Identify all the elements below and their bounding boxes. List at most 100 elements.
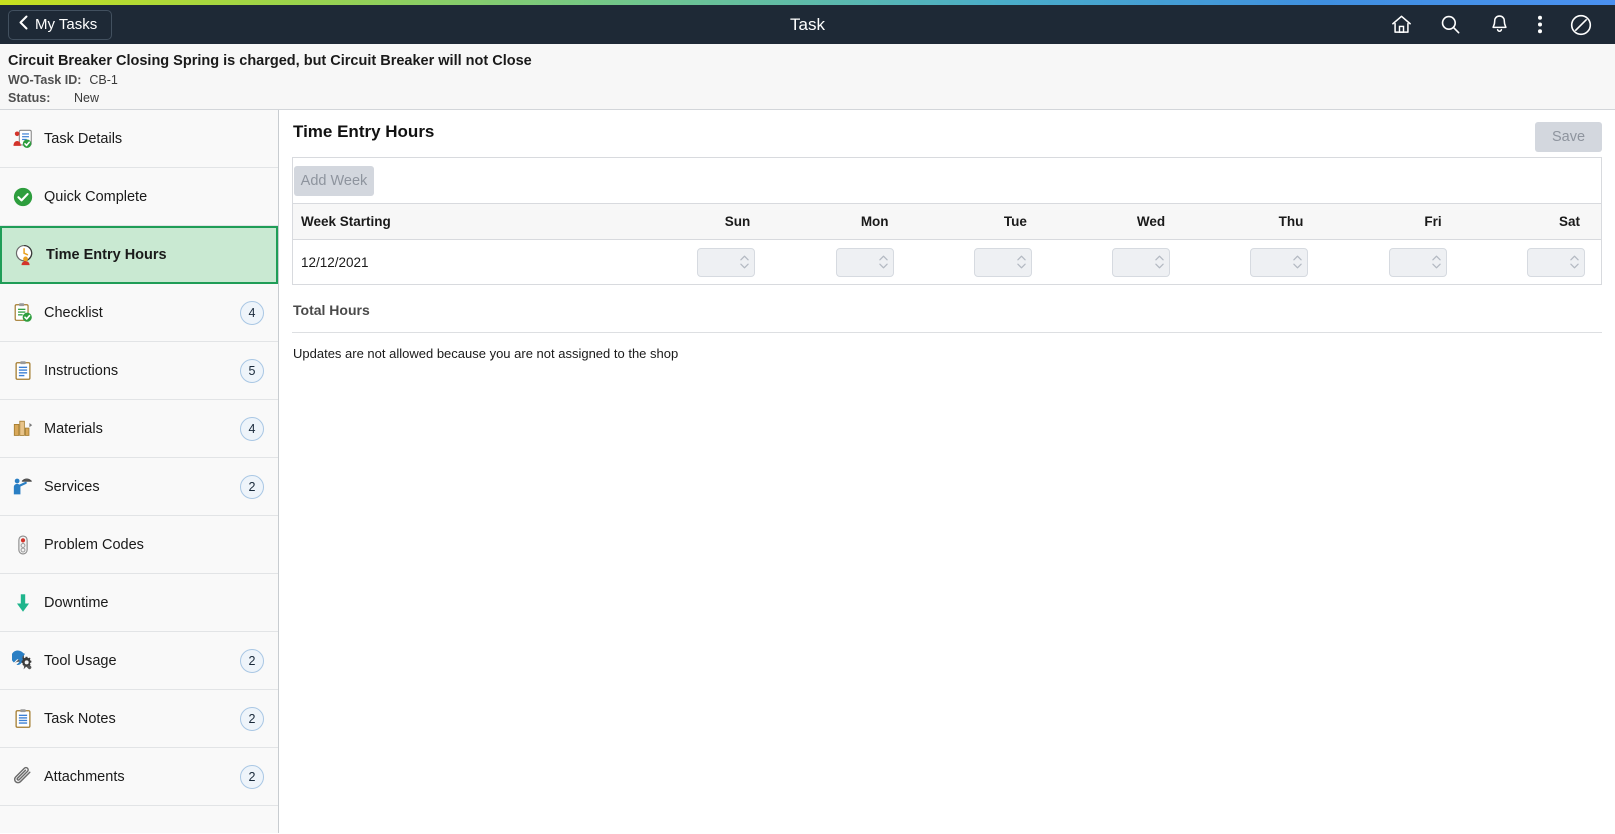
sidebar-item-label: Downtime <box>44 594 109 611</box>
sidebar-item-label: Services <box>44 478 100 495</box>
sidebar-item-downtime[interactable]: Downtime <box>0 574 278 632</box>
notifications-bell-icon[interactable] <box>1488 13 1511 36</box>
hours-cell-thu <box>1186 239 1325 285</box>
table-header-row: Week Starting Sun Mon Tue Wed Thu Fri Sat <box>293 203 1601 240</box>
hours-stepper-sun[interactable] <box>697 247 756 277</box>
hours-input-sat[interactable] <box>1528 248 1568 276</box>
hours-stepper-thu[interactable] <box>1250 247 1309 277</box>
sidebar-item-badge: 5 <box>240 358 264 383</box>
hours-cell-sun <box>633 239 772 285</box>
stepper-arrows-icon[interactable] <box>1015 255 1031 269</box>
sidebar-item-badge: 2 <box>240 764 264 789</box>
wo-task-id-label: WO-Task ID: <box>8 73 82 87</box>
save-button[interactable]: Save <box>1535 122 1602 152</box>
sidebar-item-task-notes[interactable]: Task Notes 2 <box>0 690 278 748</box>
status-value: New <box>74 91 100 105</box>
stepper-arrows-icon[interactable] <box>1430 255 1446 269</box>
column-header-tue: Tue <box>909 203 1048 240</box>
task-details-icon <box>10 126 36 152</box>
hours-cell-mon <box>771 239 910 285</box>
sidebar-item-quick-complete[interactable]: Quick Complete <box>0 168 278 226</box>
hours-input-thu[interactable] <box>1251 248 1292 276</box>
stepper-arrows-icon[interactable] <box>877 255 893 269</box>
sidebar-item-task-details[interactable]: Task Details <box>0 110 278 168</box>
stepper-arrows-icon[interactable] <box>1153 255 1169 269</box>
column-header-thu: Thu <box>1186 203 1325 240</box>
navigator-compass-icon[interactable] <box>1569 13 1593 37</box>
down-arrow-icon <box>10 590 36 616</box>
sidebar-item-badge: 2 <box>240 474 264 499</box>
hours-input-wed[interactable] <box>1113 248 1154 276</box>
column-header-sat: Sat <box>1462 203 1601 240</box>
page-title-navbar: Task <box>790 14 825 34</box>
hours-input-tue[interactable] <box>974 248 1015 276</box>
sidebar-item-label: Quick Complete <box>44 188 148 205</box>
hours-stepper-wed[interactable] <box>1112 247 1171 277</box>
hours-stepper-fri[interactable] <box>1388 247 1447 277</box>
wrench-gear-icon <box>10 648 36 674</box>
status-label: Status: <box>8 91 51 105</box>
sidebar-item-materials[interactable]: Materials 4 <box>0 400 278 458</box>
column-header-mon: Mon <box>771 203 910 240</box>
sidebar-item-tool-usage[interactable]: Tool Usage 2 <box>0 632 278 690</box>
hours-stepper-tue[interactable] <box>973 247 1032 277</box>
hours-input-fri[interactable] <box>1389 248 1430 276</box>
total-hours-label: Total Hours <box>292 285 1602 333</box>
page-title: Time Entry Hours <box>293 122 435 141</box>
sidebar-item-label: Problem Codes <box>44 536 144 553</box>
sidebar-item-services[interactable]: Services 2 <box>0 458 278 516</box>
status-row: Status: New <box>8 89 1615 107</box>
back-to-my-tasks-button[interactable]: My Tasks <box>8 9 113 40</box>
hours-cell-fri <box>1324 239 1463 285</box>
sidebar-item-checklist[interactable]: Checklist 4 <box>0 284 278 342</box>
main-header-row: Time Entry Hours Save <box>292 110 1602 157</box>
column-header-wed: Wed <box>1047 203 1187 240</box>
home-icon[interactable] <box>1390 13 1413 36</box>
hours-cell-wed <box>1047 239 1187 285</box>
sidebar-item-badge: 2 <box>240 706 264 731</box>
sidebar-item-label: Time Entry Hours <box>46 247 167 263</box>
sidebar-item-badge: 4 <box>240 416 264 441</box>
wo-task-id-row: WO-Task ID: CB-1 <box>8 71 1615 89</box>
sidebar-item-label: Tool Usage <box>44 652 117 669</box>
instructions-icon <box>10 358 36 384</box>
materials-icon <box>10 416 36 442</box>
task-title: Circuit Breaker Closing Spring is charge… <box>8 53 532 69</box>
stepper-arrows-icon[interactable] <box>1568 255 1584 269</box>
add-week-button[interactable]: Add Week <box>294 165 374 196</box>
hours-stepper-mon[interactable] <box>835 247 894 277</box>
stepper-arrows-icon[interactable] <box>1291 255 1307 269</box>
sidebar-item-instructions[interactable]: Instructions 5 <box>0 342 278 400</box>
hours-input-sun[interactable] <box>698 248 739 276</box>
sidebar-item-badge: 4 <box>240 300 264 325</box>
wo-task-id-value: CB-1 <box>89 73 118 87</box>
panel-toolbar: Add Week <box>293 158 1601 203</box>
column-header-fri: Fri <box>1324 203 1463 240</box>
table-body: 12/12/2021 <box>293 239 1601 285</box>
hours-cell-tue <box>909 239 1048 285</box>
task-header: Circuit Breaker Closing Spring is charge… <box>0 44 1615 110</box>
hours-stepper-sat[interactable] <box>1527 247 1585 277</box>
search-icon[interactable] <box>1439 13 1462 36</box>
time-entry-table: Week Starting Sun Mon Tue Wed Thu Fri Sat 12/12… <box>293 203 1601 285</box>
sidebar-item-time-entry-hours[interactable]: Time Entry Hours <box>0 226 278 284</box>
column-header-week-starting: Week Starting <box>293 203 633 240</box>
sidebar-item-label: Materials <box>44 420 103 437</box>
back-button-label: My Tasks <box>35 16 98 33</box>
sidebar-item-problem-codes[interactable]: Problem Codes <box>0 516 278 574</box>
navbar-actions <box>1390 13 1615 37</box>
stepper-arrows-icon[interactable] <box>738 255 754 269</box>
clock-person-icon <box>12 242 38 268</box>
check-circle-icon <box>10 184 36 210</box>
services-icon <box>10 474 36 500</box>
update-not-allowed-message: Updates are not allowed because you are … <box>293 346 679 361</box>
traffic-light-icon <box>10 532 36 558</box>
paperclip-icon <box>10 764 36 790</box>
table-header: Week Starting Sun Mon Tue Wed Thu Fri Sat <box>293 203 1601 240</box>
hours-cell-sat <box>1462 239 1601 285</box>
chevron-left-icon <box>19 15 28 34</box>
sidebar-item-attachments[interactable]: Attachments 2 <box>0 748 278 806</box>
top-navbar: My Tasks Task <box>0 5 1615 44</box>
hours-input-mon[interactable] <box>836 248 877 276</box>
kebab-menu-icon[interactable] <box>1537 13 1543 36</box>
